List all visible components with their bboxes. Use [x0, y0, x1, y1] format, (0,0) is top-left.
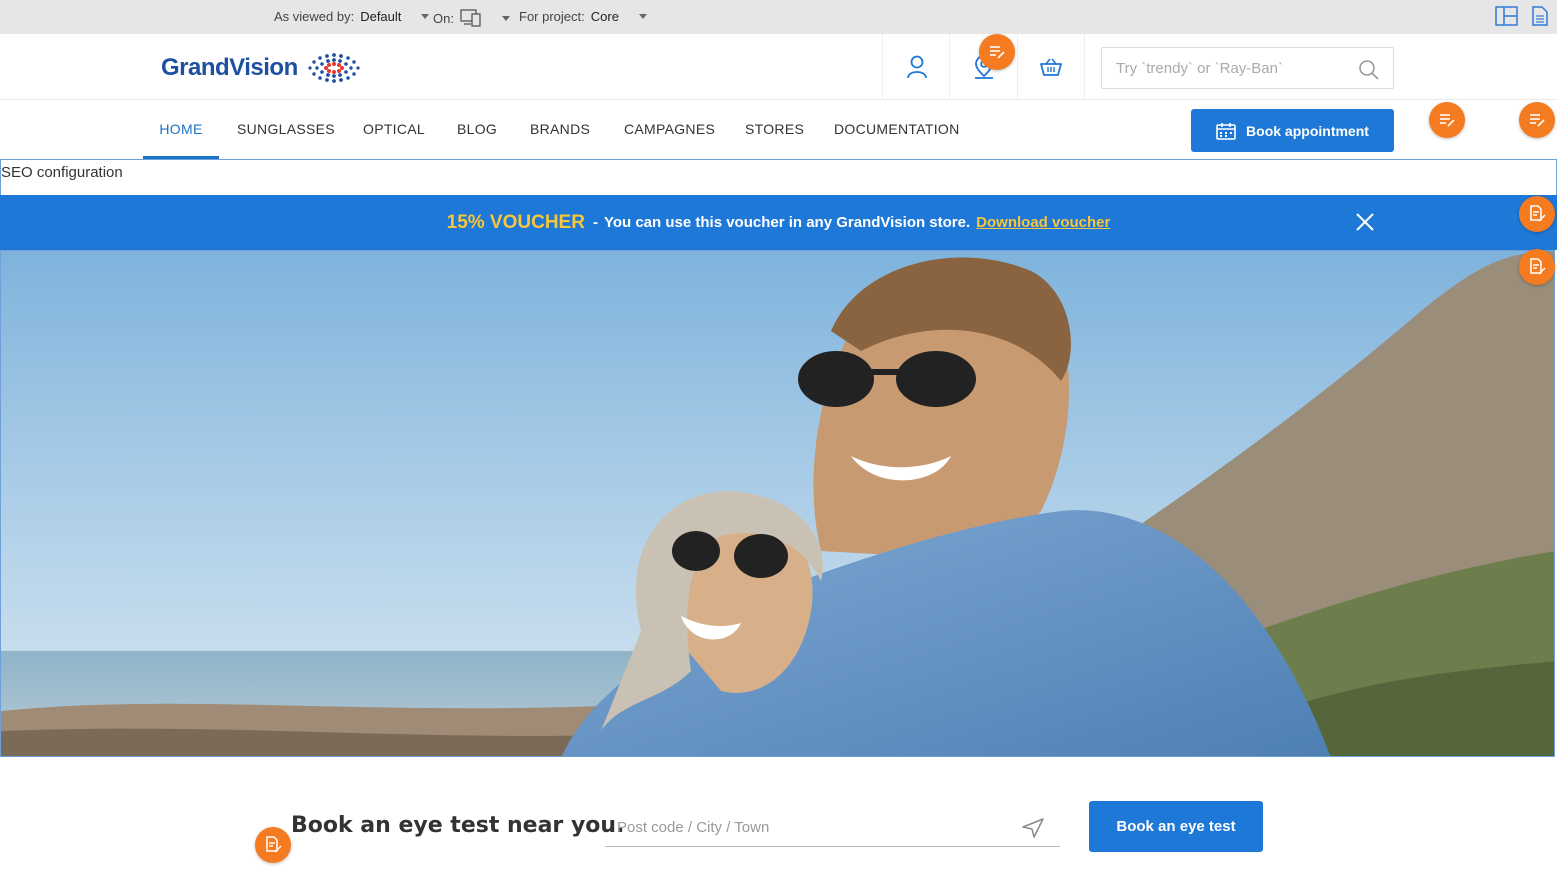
edit-icon[interactable]: [1519, 102, 1555, 138]
site-header: GrandVision: [0, 34, 1557, 100]
user-icon: [906, 55, 927, 79]
preview-toolbar: As viewed by: Default On: For project: C…: [0, 0, 1557, 34]
basket-button[interactable]: [1017, 34, 1085, 100]
voucher-banner: 15% VOUCHER - You can use this voucher i…: [0, 195, 1557, 250]
logo-eye-icon: [308, 53, 360, 83]
nav-item-optical[interactable]: OPTICAL: [363, 100, 425, 159]
voucher-separator: -: [592, 214, 598, 231]
on-label: On:: [433, 10, 454, 26]
viewed-by-label: As viewed by:: [274, 9, 355, 24]
nav-item-blog[interactable]: BLOG: [457, 100, 497, 159]
device-icon: [460, 9, 481, 27]
seo-configuration-label: SEO configuration: [1, 164, 123, 181]
close-icon[interactable]: [1354, 211, 1376, 233]
layout-icon[interactable]: [1495, 6, 1519, 26]
project-label: For project:: [519, 9, 585, 24]
book-eye-test-button[interactable]: Book an eye test: [1089, 801, 1263, 852]
chevron-down-icon: [638, 14, 647, 19]
edit-icon[interactable]: [1429, 102, 1465, 138]
nav-item-documentation[interactable]: DOCUMENTATION: [834, 100, 959, 159]
search-input[interactable]: [1102, 48, 1342, 88]
device-selector[interactable]: On:: [433, 9, 510, 27]
hero-image: [0, 250, 1555, 757]
voucher-title: 15% VOUCHER: [446, 211, 585, 233]
eye-test-section: Book an eye test near you. Book an eye t…: [0, 757, 1557, 880]
seo-configuration[interactable]: SEO configuration: [0, 159, 1557, 195]
search-icon[interactable]: [1358, 59, 1380, 81]
search-box: [1101, 47, 1394, 89]
download-voucher-link[interactable]: Download voucher: [976, 214, 1110, 231]
location-input[interactable]: [605, 809, 1005, 845]
edit-document-icon[interactable]: [255, 827, 291, 863]
chevron-down-icon: [501, 15, 510, 21]
viewed-by-value: Default: [360, 9, 402, 24]
nav-item-campagnes[interactable]: CAMPAGNES: [624, 100, 715, 159]
locate-arrow-icon[interactable]: [1021, 817, 1045, 839]
edit-document-icon[interactable]: [1519, 196, 1555, 232]
chevron-down-icon: [421, 14, 430, 19]
book-appointment-label: Book appointment: [1246, 122, 1369, 139]
hero-photo: [1, 251, 1554, 756]
nav-item-brands[interactable]: BRANDS: [530, 100, 590, 159]
edit-icon[interactable]: [979, 34, 1015, 70]
grandvision-logo[interactable]: GrandVision: [161, 51, 364, 85]
voucher-text: You can use this voucher in any GrandVis…: [603, 214, 971, 231]
edit-document-icon[interactable]: [1519, 249, 1555, 285]
eye-test-title: Book an eye test near you.: [291, 813, 625, 838]
logo-text: GrandVision: [161, 54, 298, 81]
basket-icon: [1040, 58, 1062, 76]
project-value: Core: [590, 9, 619, 24]
viewed-by-selector[interactable]: As viewed by: Default: [274, 9, 430, 24]
project-selector[interactable]: For project: Core: [519, 9, 647, 24]
nav-item-sunglasses[interactable]: SUNGLASSES: [237, 100, 335, 159]
account-button[interactable]: [882, 34, 950, 100]
nav-item-stores[interactable]: STORES: [745, 100, 804, 159]
document-icon[interactable]: [1532, 6, 1548, 26]
book-appointment-button[interactable]: Book appointment: [1191, 109, 1394, 152]
calendar-icon: [1216, 122, 1236, 140]
nav-item-home[interactable]: HOME: [143, 100, 219, 159]
location-field: [605, 809, 1060, 847]
